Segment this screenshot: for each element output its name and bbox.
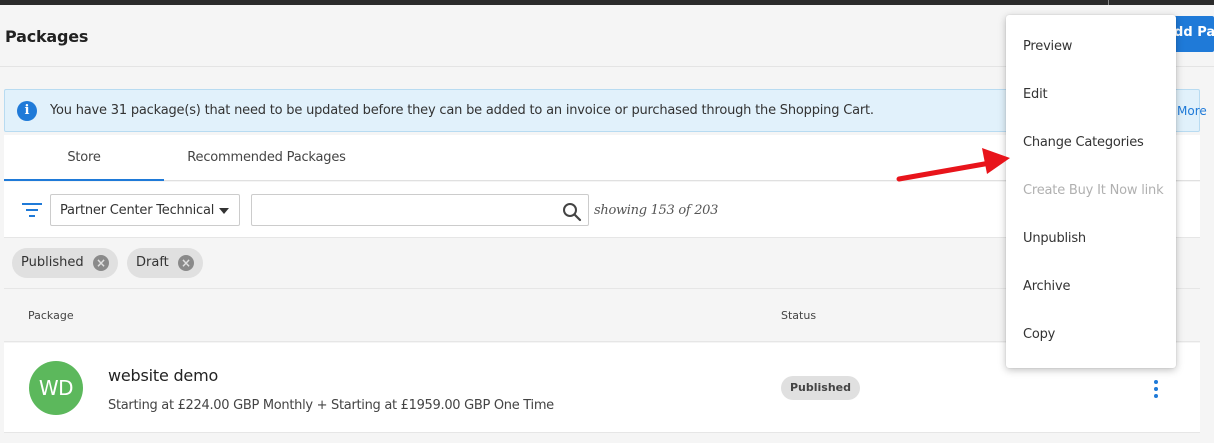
annotation-arrow-icon	[896, 148, 1010, 182]
